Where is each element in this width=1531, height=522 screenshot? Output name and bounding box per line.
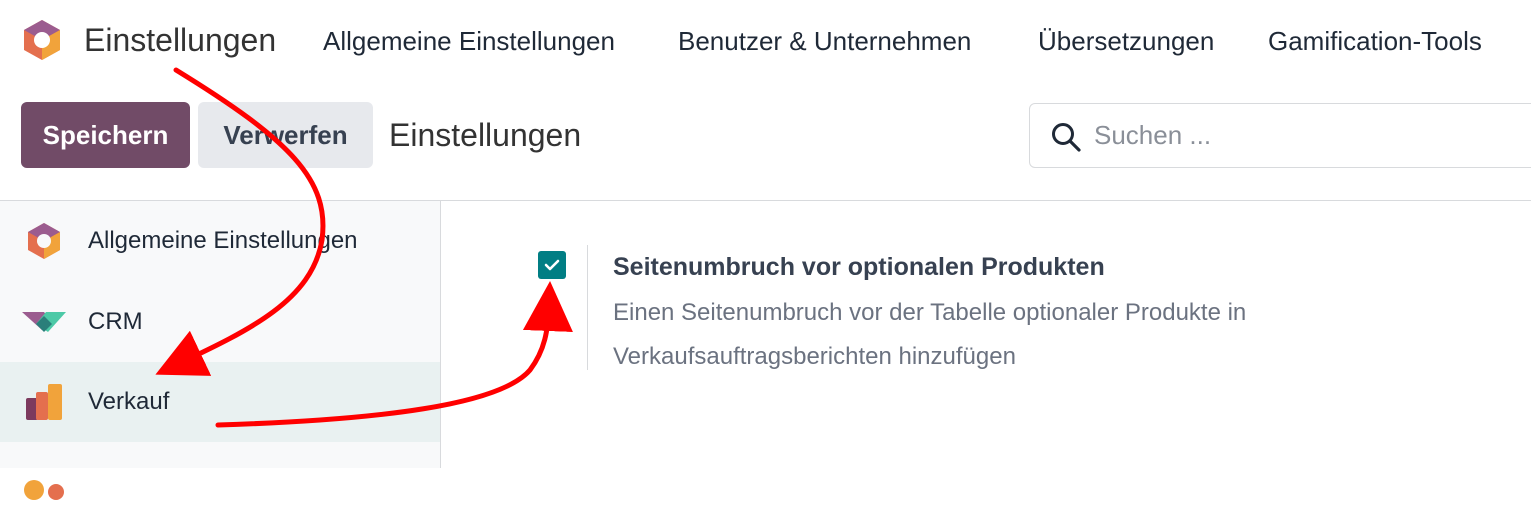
search-input[interactable] (1094, 104, 1531, 167)
settings-app-logo-icon[interactable] (20, 18, 64, 62)
search-icon (1052, 123, 1081, 152)
menu-general-settings[interactable]: Allgemeine Einstellungen (323, 26, 615, 57)
breadcrumb: Einstellungen (389, 117, 582, 153)
setting-divider (587, 245, 588, 370)
settings-sidebar: Allgemeine Einstellungen CRM Verkauf (0, 201, 441, 500)
sidebar-item-sales[interactable]: Verkauf (0, 362, 440, 442)
top-navbar: Einstellungen Allgemeine Einstellungen B… (0, 0, 1531, 84)
sidebar-item-general-settings[interactable]: Allgemeine Einstellungen (0, 201, 440, 281)
save-button[interactable]: Speichern (21, 102, 190, 168)
menu-translations[interactable]: Übersetzungen (1038, 26, 1214, 57)
app-icon (24, 480, 64, 500)
check-icon (544, 259, 560, 271)
page-break-checkbox[interactable] (538, 251, 566, 279)
crm-app-icon (22, 312, 66, 332)
sales-app-icon (26, 384, 62, 420)
sidebar-item-crm[interactable]: CRM (0, 282, 440, 362)
sidebar-item-label: CRM (88, 308, 143, 335)
discard-button[interactable]: Verwerfen (198, 102, 373, 168)
sidebar-item-label: Verkauf (88, 388, 170, 415)
menu-users-companies[interactable]: Benutzer & Unternehmen (678, 26, 971, 57)
setting-title: Seitenumbruch vor optionalen Produkten (613, 253, 1105, 281)
sidebar-item-label: Allgemeine Einstellungen (88, 227, 358, 254)
setting-description: Einen Seitenumbruch vor der Tabelle opti… (613, 299, 1247, 370)
sidebar-item-next[interactable] (0, 442, 440, 522)
settings-content: Seitenumbruch vor optionalen Produkten E… (441, 201, 1531, 468)
menu-gamification-tools[interactable]: Gamification-Tools (1268, 26, 1482, 57)
app-title[interactable]: Einstellungen (84, 22, 276, 59)
search-box[interactable] (1029, 103, 1531, 168)
settings-app-icon (28, 223, 60, 259)
